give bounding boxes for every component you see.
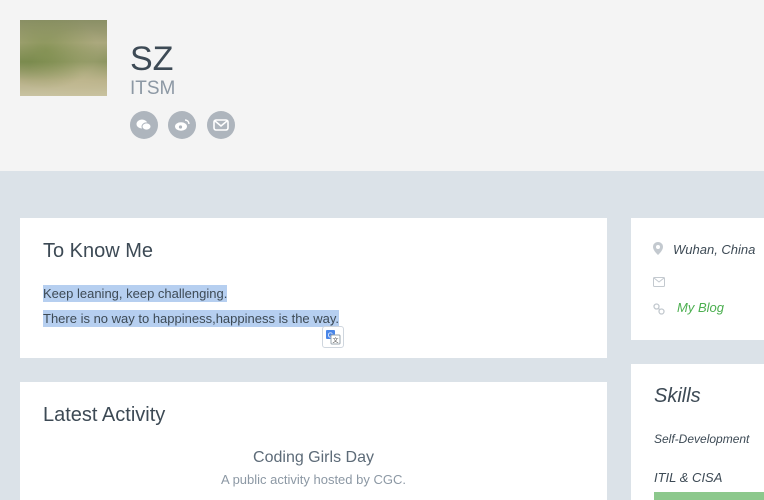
about-line-1: Keep leaning, keep challenging. xyxy=(43,285,228,302)
profile-header: SZ ITSM xyxy=(0,0,764,171)
location-icon xyxy=(653,242,663,260)
skills-card: Skills Self-Development ITIL & CISA xyxy=(631,364,764,500)
location-text: Wuhan, China xyxy=(673,242,756,257)
activity-card: Latest Activity Coding Girls Day A publi… xyxy=(20,382,607,500)
contact-card: Wuhan, China My Blog xyxy=(631,218,764,340)
profile-role: ITSM xyxy=(130,78,176,99)
skill-progress-bar xyxy=(654,492,764,500)
svg-text:文: 文 xyxy=(332,337,338,345)
avatar xyxy=(20,20,107,96)
skill-item: Self-Development xyxy=(654,432,750,446)
skills-title: Skills xyxy=(654,385,701,407)
email-icon[interactable] xyxy=(653,274,665,292)
about-title: To Know Me xyxy=(43,240,154,262)
activity-title: Latest Activity xyxy=(43,404,166,426)
skill-item: ITIL & CISA xyxy=(654,470,723,485)
about-card: To Know Me Keep leaning, keep challengin… xyxy=(20,218,607,358)
mail-icon[interactable] xyxy=(207,111,235,139)
about-line-2: There is no way to happiness,happiness i… xyxy=(43,310,340,327)
weibo-icon[interactable] xyxy=(168,111,196,139)
wechat-icon[interactable] xyxy=(130,111,158,139)
link-icon xyxy=(653,302,665,320)
event-title[interactable]: Coding Girls Day xyxy=(20,449,607,467)
translate-icon[interactable]: G 文 xyxy=(322,326,344,348)
blog-link[interactable]: My Blog xyxy=(677,300,724,315)
event-description: A public activity hosted by CGC. xyxy=(221,472,406,487)
profile-name: SZ xyxy=(130,40,174,78)
